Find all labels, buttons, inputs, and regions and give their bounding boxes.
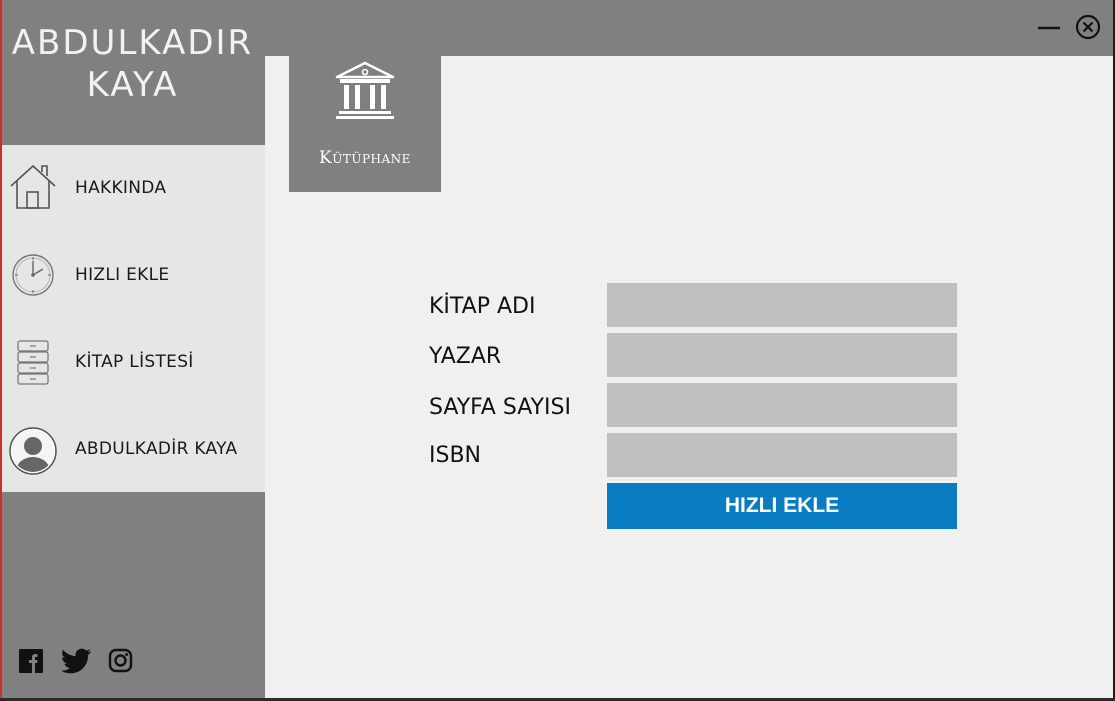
sidebar-item-label: HIZLI EKLE — [75, 265, 170, 285]
instagram-icon — [108, 648, 133, 673]
facebook-icon — [19, 649, 43, 673]
server-list-icon — [17, 340, 49, 385]
twitter-button[interactable] — [60, 648, 92, 674]
minimize-button[interactable] — [1036, 12, 1064, 40]
sidebar-item-profile[interactable]: ABDULKADİR KAYA — [2, 406, 265, 492]
brand-line-2: KAYA — [86, 65, 179, 105]
sidebar-item-label: ABDULKADİR KAYA — [75, 439, 238, 459]
minimize-icon — [1038, 26, 1060, 30]
sidebar-item-label: KİTAP LİSTESİ — [75, 352, 194, 372]
sidebar-item-kitap-listesi[interactable]: KİTAP LİSTESİ — [2, 319, 265, 405]
author-field[interactable] — [607, 333, 957, 377]
library-tile[interactable]: Kütüphane — [289, 56, 441, 192]
window-edge-left — [0, 0, 2, 701]
sidebar-item-hakkinda[interactable]: HAKKINDA — [2, 145, 265, 231]
app-window: ABDULKADIR KAYA HAKKINDA HIZLI EKLE KİTA… — [0, 0, 1115, 701]
book-name-field[interactable] — [607, 283, 957, 327]
clock-icon — [12, 254, 54, 296]
brand-title: ABDULKADIR KAYA — [0, 22, 265, 106]
close-icon — [1075, 14, 1101, 40]
twitter-icon — [61, 648, 92, 674]
facebook-button[interactable] — [18, 648, 44, 674]
instagram-button[interactable] — [108, 648, 134, 674]
user-avatar-icon — [9, 427, 57, 475]
home-icon — [10, 164, 56, 209]
sidebar-item-label: HAKKINDA — [75, 178, 167, 198]
library-building-icon — [335, 61, 395, 119]
isbn-label: ISBN — [429, 443, 482, 468]
isbn-field[interactable] — [607, 433, 957, 477]
quick-add-button[interactable]: HIZLI EKLE — [607, 483, 957, 529]
brand-line-1: ABDULKADIR — [11, 23, 254, 63]
page-count-field[interactable] — [607, 383, 957, 427]
page-count-label: SAYFA SAYISI — [429, 395, 571, 420]
sidebar-menu: HAKKINDA HIZLI EKLE KİTAP LİSTESİ ABDULK… — [2, 145, 265, 492]
sidebar-item-hizli-ekle[interactable]: HIZLI EKLE — [2, 232, 265, 318]
book-name-label: KİTAP ADI — [429, 294, 536, 319]
library-tile-label: Kütüphane — [319, 148, 411, 168]
author-label: YAZAR — [429, 344, 502, 369]
close-button[interactable] — [1074, 12, 1102, 40]
